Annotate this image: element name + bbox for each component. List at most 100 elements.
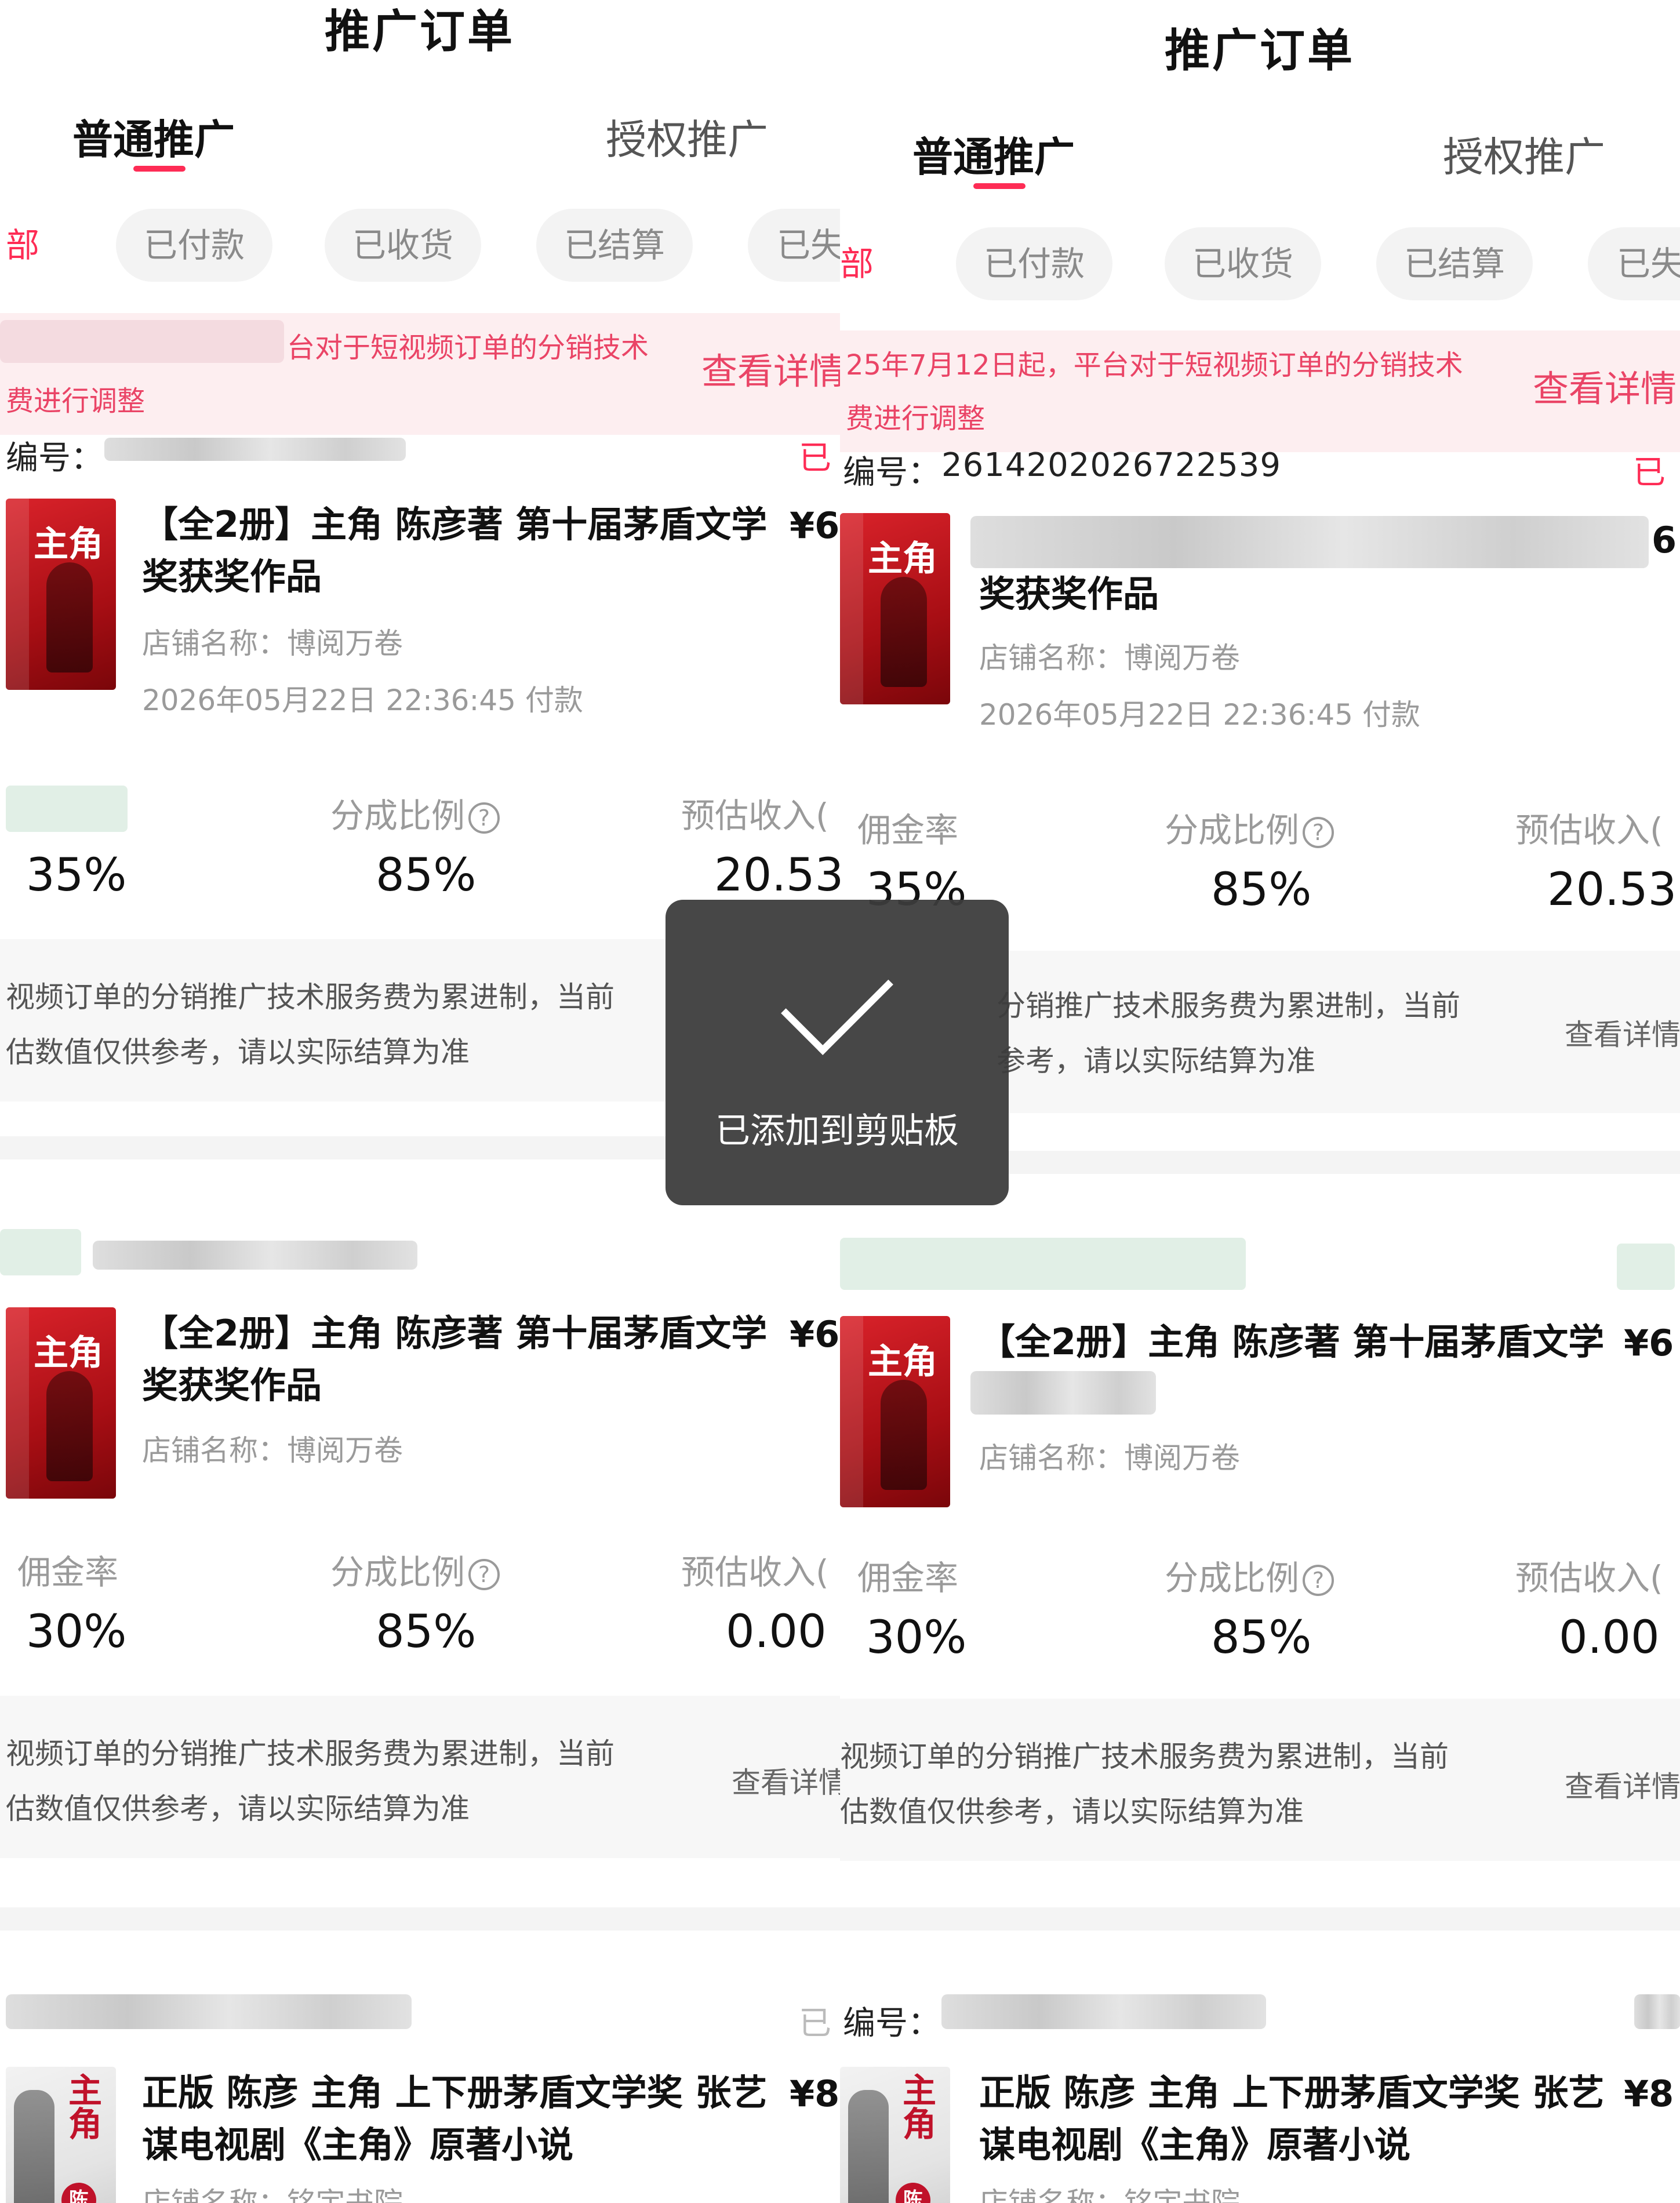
commission-rate-label: 佣金率 (17, 1553, 119, 1592)
filter-paid[interactable]: 已付款 (956, 227, 1112, 300)
shop-name: 店铺名称：博阅万卷 (979, 641, 1240, 675)
book-cover-image: 主角 (6, 499, 116, 690)
filter-invalid[interactable]: 已失 (1588, 227, 1680, 300)
share-ratio-label: 分成比例? (1165, 1551, 1334, 1599)
order-status: 已 (799, 2005, 831, 2042)
order-number-label: 编号： (843, 454, 940, 492)
toast-message: 已添加到剪贴板 (715, 1111, 959, 1151)
shop-name: 店铺名称：博阅万卷 (142, 1434, 403, 1467)
filter-settled[interactable]: 已结算 (1376, 227, 1533, 300)
product-price: ¥8 (1624, 2073, 1674, 2115)
fee-detail-link[interactable]: 查看详情 (1565, 1764, 1680, 1805)
estimated-income-value: 20.53 (714, 849, 840, 901)
share-ratio-value: 85% (1211, 864, 1312, 916)
filter-paid[interactable]: 已付款 (116, 209, 272, 282)
redacted-commission-label (6, 786, 128, 832)
redacted-order-number (941, 1994, 1266, 2029)
product-price: 6 (1652, 519, 1677, 561)
product-title-line2[interactable]: 奖获奖作品 (979, 568, 1159, 620)
estimated-income-value: 20.53 (1547, 864, 1677, 916)
fee-detail-link[interactable]: 查看详情 (732, 1760, 840, 1801)
filter-all[interactable]: 部 (840, 227, 910, 300)
filter-all[interactable]: 部 (6, 209, 75, 282)
tab-normal-promotion[interactable]: 普通推广 (912, 125, 1075, 183)
share-ratio-value: 85% (1211, 1612, 1312, 1664)
product-title-line2[interactable]: 奖获奖作品 (142, 551, 322, 603)
fee-info-line1: 分销推广技术服务费为累进制，当前 (997, 989, 1460, 1023)
checkmark-icon (781, 943, 893, 1055)
shop-name: 店铺名称：博阅万卷 (142, 627, 403, 660)
redacted-status (1617, 1244, 1675, 1290)
fee-info-box: 视频订单的分销推广技术服务费为累进制，当前 估数值仅供参考，请以实际结算为准 查… (840, 1699, 1680, 1861)
notice-banner: 台对于短视频订单的分销技术 费进行调整 查看详情 (0, 313, 840, 435)
notice-detail-link[interactable]: 查看详情 (701, 342, 840, 394)
share-ratio-label: 分成比例? (330, 1545, 500, 1594)
product-title-line2[interactable]: 奖获奖作品 (142, 1359, 322, 1412)
share-ratio-value: 85% (376, 1606, 477, 1658)
notice-banner: 25年7月12日起，平台对于短视频订单的分销技术 费进行调整 查看详情 (840, 330, 1680, 452)
product-title-line2[interactable]: 谋电视剧《主角》原著小说 (979, 2119, 1410, 2171)
cover-title: 主角 (897, 2073, 936, 2140)
fee-detail-link[interactable]: 查看详情 (1565, 1012, 1680, 1053)
product-title-line1[interactable]: 正版 陈彦 主角 上下册茅盾文学奖 张艺 (142, 2067, 767, 2119)
order-number-label: 编号： (843, 2005, 940, 2042)
help-icon[interactable]: ? (1303, 816, 1334, 848)
commission-rate-value: 30% (866, 1612, 967, 1664)
book-cover-image: 主角 陈彦 (6, 2067, 116, 2203)
cover-author-badge: 陈彦 (896, 2183, 930, 2203)
filter-invalid[interactable]: 已失 (748, 209, 840, 282)
notice-text-line1: 25年7月12日起，平台对于短视频订单的分销技术 (846, 349, 1463, 381)
estimated-income-label: 预估收入( (681, 796, 829, 835)
help-icon[interactable]: ? (468, 1558, 500, 1590)
commission-rate-value: 35% (26, 849, 127, 901)
redacted-order-number (6, 1994, 412, 2029)
order-status: 已 (1633, 454, 1666, 492)
product-title-line2[interactable]: 谋电视剧《主角》原著小说 (142, 2119, 573, 2171)
product-price: ¥6 (1624, 1322, 1674, 1364)
order-number-label: 编号： (6, 439, 103, 477)
shop-name: 店铺名称：铭宇书院 (979, 2186, 1240, 2203)
product-title-line1[interactable]: 正版 陈彦 主角 上下册茅盾文学奖 张艺 (979, 2067, 1604, 2119)
notice-text-line2: 费进行调整 (846, 402, 986, 435)
estimated-income-label: 预估收入( (1515, 1558, 1663, 1598)
filter-received[interactable]: 已收货 (1165, 227, 1321, 300)
tab-authorized-promotion[interactable]: 授权推广 (606, 107, 768, 166)
filter-received[interactable]: 已收货 (325, 209, 481, 282)
book-cover-image: 主角 (840, 1316, 950, 1507)
fee-info-line2: 估数值仅供参考，请以实际结算为准 (840, 1795, 1304, 1828)
estimated-income-label: 预估收入( (1515, 810, 1663, 850)
product-title-line1[interactable]: 【全2册】主角 陈彦著 第十届茅盾文学 (979, 1316, 1604, 1368)
tab-authorized-promotion[interactable]: 授权推广 (1443, 125, 1605, 183)
page-title: 推广订单 (325, 6, 515, 58)
cover-title: 主角 (34, 524, 103, 565)
estimated-income-value: 0.00 (726, 1606, 827, 1658)
book-cover-image: 主角 (6, 1307, 116, 1499)
notice-text-line2: 费进行调整 (6, 385, 146, 417)
order-number-value[interactable]: 2614202026722539 (941, 446, 1281, 484)
cover-title: 主角 (868, 1342, 937, 1382)
notice-text-line1: 台对于短视频订单的分销技术 (287, 332, 649, 364)
cover-title: 主角 (868, 539, 937, 579)
book-cover-image: 主角 陈彦 (840, 2067, 950, 2203)
cover-title: 主角 (63, 2073, 102, 2140)
help-icon[interactable]: ? (1303, 1564, 1334, 1596)
fee-info-line1: 视频订单的分销推广技术服务费为累进制，当前 (840, 1740, 1449, 1773)
book-cover-image: 主角 (840, 513, 950, 704)
redacted-region (0, 320, 284, 363)
fee-info-box: 视频订单的分销推广技术服务费为累进制，当前 估数值仅供参考，请以实际结算为准 查… (0, 1696, 840, 1858)
product-title-line1[interactable]: 【全2册】主角 陈彦著 第十届茅盾文学 (142, 499, 767, 551)
redacted-order-number (104, 438, 406, 461)
commission-rate-label: 佣金率 (857, 1558, 959, 1598)
redacted-label (0, 1229, 81, 1275)
filter-settled[interactable]: 已结算 (536, 209, 693, 282)
fee-info-line1: 视频订单的分销推广技术服务费为累进制，当前 (6, 1737, 614, 1771)
estimated-income-value: 0.00 (1559, 1612, 1660, 1664)
product-title-line1[interactable]: 【全2册】主角 陈彦著 第十届茅盾文学 (142, 1307, 767, 1359)
share-ratio-value: 85% (376, 849, 477, 901)
redacted-product-title-line2 (970, 1371, 1156, 1415)
help-icon[interactable]: ? (468, 802, 500, 834)
tab-normal-promotion[interactable]: 普通推广 (72, 107, 235, 166)
notice-detail-link[interactable]: 查看详情 (1533, 359, 1677, 412)
order-status: 已 (799, 439, 831, 477)
share-ratio-label: 分成比例? (330, 788, 500, 837)
